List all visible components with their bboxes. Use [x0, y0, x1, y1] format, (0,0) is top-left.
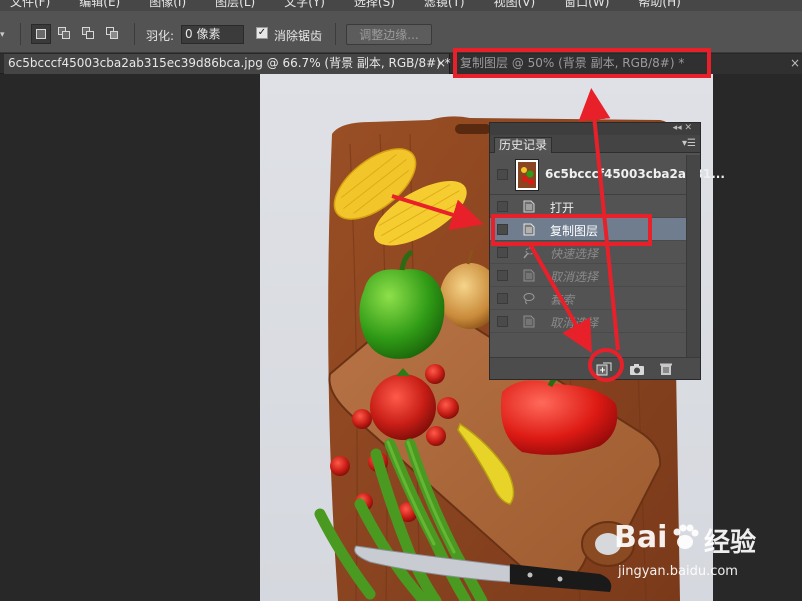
- panel-collapse-bar[interactable]: ◂◂ ✕: [490, 123, 700, 135]
- tab-close-icon[interactable]: ×: [790, 54, 800, 73]
- tab-original-document[interactable]: 6c5bcccf45003cba2ab315ec39d86bca.jpg @ 6…: [4, 54, 451, 74]
- history-source-checkbox[interactable]: [497, 293, 508, 304]
- new-selection-button[interactable]: [31, 24, 51, 44]
- panel-menu-icon[interactable]: ▾☰: [682, 138, 696, 149]
- history-state-label: 取消选择: [550, 270, 599, 284]
- refine-edge-button[interactable]: 调整边缘...: [346, 24, 432, 45]
- menu-layer[interactable]: 图层(L): [215, 0, 255, 10]
- menu-file[interactable]: 文件(F): [10, 0, 50, 10]
- history-panel: ◂◂ ✕ 历史记录 ▾☰ 6c5bcccf45003cba2ab31... 打开…: [489, 122, 725, 380]
- lasso-icon: [523, 293, 535, 305]
- subtract-from-selection-button[interactable]: [79, 24, 99, 44]
- add-to-selection-button[interactable]: [55, 24, 75, 44]
- history-source-checkbox[interactable]: [497, 247, 508, 258]
- watermark-brand: Bai: [614, 520, 668, 555]
- photoshop-window: 文件(F) 编辑(E) 图像(I) 图层(L) 文字(Y) 选择(S) 滤镜(T…: [0, 0, 802, 601]
- history-state-lasso[interactable]: 套索: [490, 287, 686, 310]
- watermark-url: jingyan.baidu.com: [618, 564, 738, 579]
- menu-select[interactable]: 选择(S): [354, 0, 395, 10]
- baidu-jingyan-watermark: Bai 经验 jingyan.baidu.com: [612, 516, 788, 586]
- history-state-label: 套索: [550, 293, 575, 307]
- history-state-label: 快速选择: [550, 247, 599, 261]
- history-state-label: 取消选择: [550, 316, 599, 330]
- antialias-checkbox[interactable]: ✓: [256, 27, 268, 39]
- document-icon: [523, 315, 535, 328]
- subtract-selection-icon: [82, 27, 96, 41]
- snapshot-thumbnail: [515, 159, 539, 191]
- history-state-deselect[interactable]: 取消选择: [490, 264, 686, 287]
- highlight-duplicate-layer-state: [491, 214, 652, 246]
- history-source-checkbox[interactable]: [497, 270, 508, 281]
- history-scrollbar[interactable]: [686, 155, 700, 357]
- feather-input[interactable]: 0 像素: [181, 25, 244, 44]
- highlight-new-tab: [453, 48, 711, 78]
- paw-logo-icon: [673, 524, 699, 549]
- menu-bar: 文件(F) 编辑(E) 图像(I) 图层(L) 文字(Y) 选择(S) 滤镜(T…: [0, 0, 802, 11]
- options-divider: [335, 23, 336, 45]
- feather-label: 羽化:: [146, 29, 175, 43]
- watermark-suffix: 经验: [704, 528, 757, 558]
- menu-view[interactable]: 视图(V): [494, 0, 536, 10]
- history-source-checkbox[interactable]: [497, 316, 508, 327]
- tab-close-icon[interactable]: ×: [436, 54, 446, 73]
- add-selection-icon: [58, 27, 72, 41]
- trash-icon[interactable]: [658, 362, 674, 376]
- panel-tab-strip: 历史记录 ▾☰: [490, 135, 700, 153]
- intersect-selection-button[interactable]: [103, 24, 123, 44]
- options-bar: ▾ 羽化: 0 像素 ✓ 消除锯齿 调整边缘...: [0, 11, 802, 53]
- menu-type[interactable]: 文字(Y): [284, 0, 325, 10]
- menu-edit[interactable]: 编辑(E): [79, 0, 120, 10]
- tool-preset-dropdown-icon[interactable]: ▾: [0, 30, 8, 40]
- menu-help[interactable]: 帮助(H): [638, 0, 680, 10]
- options-divider: [20, 23, 21, 45]
- document-icon: [523, 269, 535, 282]
- menu-image[interactable]: 图像(I): [149, 0, 186, 10]
- history-source-checkbox[interactable]: [497, 169, 508, 180]
- menu-filter[interactable]: 滤镜(T): [424, 0, 465, 10]
- antialias-label: 消除锯齿: [274, 29, 323, 43]
- history-source-checkbox[interactable]: [497, 201, 508, 212]
- tab-label: 6c5bcccf45003cba2ab315ec39d86bca.jpg @ 6…: [8, 56, 451, 70]
- history-state-deselect[interactable]: 取消选择: [490, 310, 686, 333]
- highlight-new-document-button: [588, 348, 624, 382]
- options-divider: [134, 23, 135, 45]
- camera-icon[interactable]: [629, 362, 645, 376]
- document-icon: [523, 200, 535, 213]
- quick-select-icon: [523, 247, 535, 259]
- menu-window[interactable]: 窗口(W): [564, 0, 609, 10]
- new-selection-icon: [36, 29, 46, 39]
- history-snapshot[interactable]: 6c5bcccf45003cba2ab31...: [490, 155, 725, 195]
- tab-history[interactable]: 历史记录: [494, 137, 553, 153]
- intersect-selection-icon: [106, 27, 120, 41]
